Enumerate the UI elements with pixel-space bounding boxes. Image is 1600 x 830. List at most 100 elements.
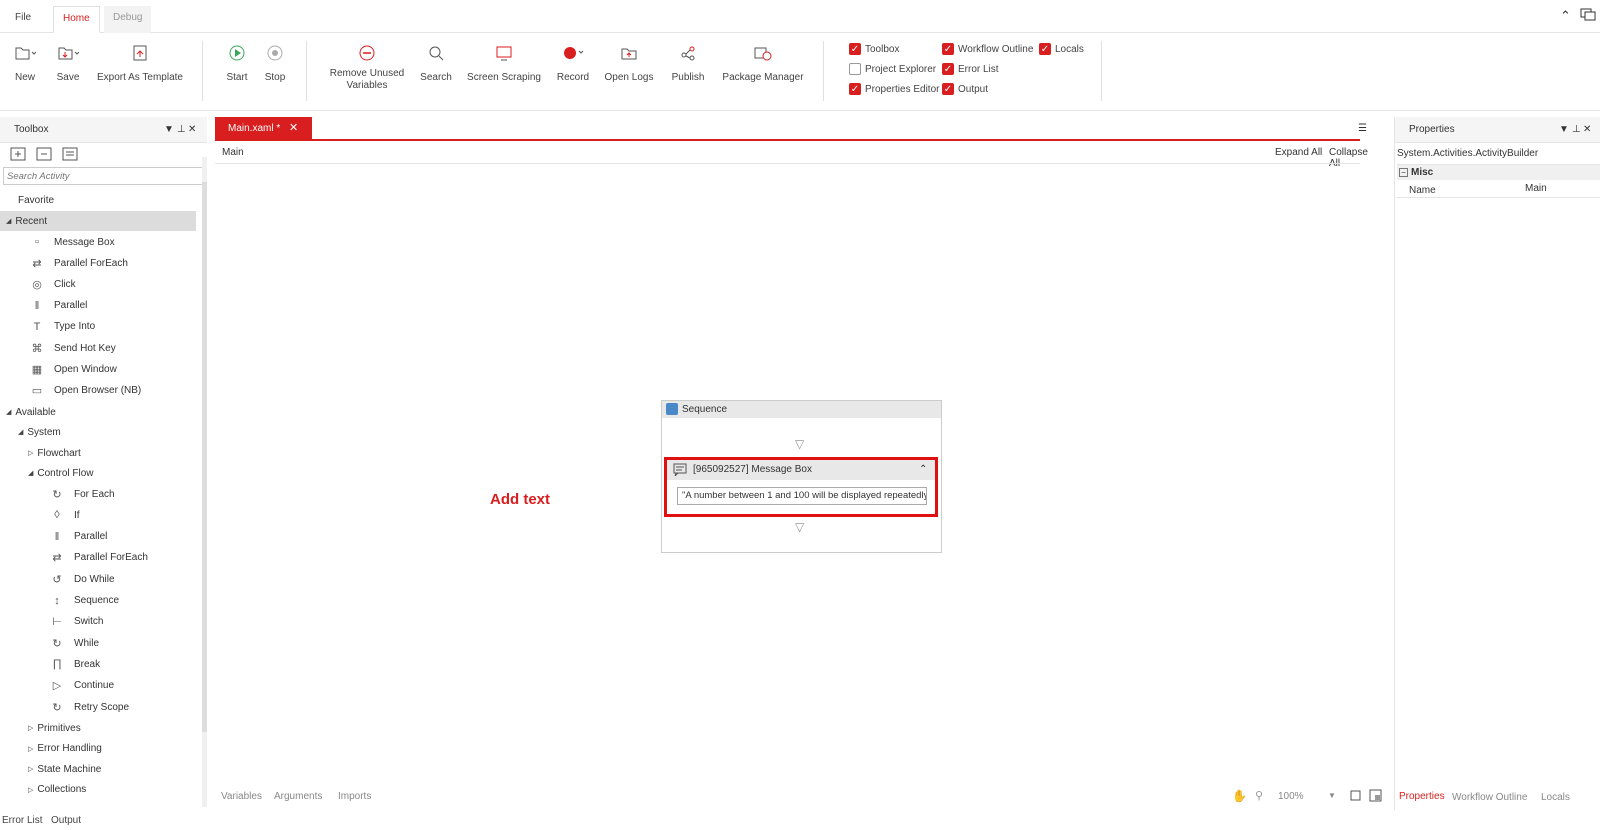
breadcrumb[interactable]: Main	[222, 147, 244, 158]
toolbox-item[interactable]: ↺ Do While	[0, 569, 196, 589]
imports-tab[interactable]: Imports	[338, 791, 371, 802]
toolbox-scrollbar[interactable]	[202, 157, 207, 807]
name-property-value[interactable]: Main	[1525, 183, 1547, 194]
open-logs-button[interactable]: Open Logs	[604, 41, 654, 84]
workflow-outline-checkbox[interactable]: ✓ Workflow Outline	[942, 42, 1033, 56]
toolbox-group[interactable]: ▷ Error Handling	[0, 739, 196, 759]
toolbox-item[interactable]: ▦ Open Window	[0, 359, 196, 379]
toolbox-item[interactable]: ∏ Break	[0, 654, 196, 674]
toolbox-group[interactable]: ▷ Primitives	[0, 718, 196, 738]
toolbox-item[interactable]: ↕ Sequence	[0, 591, 196, 611]
toolbox-group[interactable]: ▷ Collections	[0, 780, 196, 800]
error-list-tab[interactable]: Error List	[2, 815, 43, 826]
new-button[interactable]: New	[12, 41, 38, 84]
export-template-button[interactable]: Export As Template	[96, 41, 184, 84]
menu-file[interactable]: File	[6, 6, 40, 33]
properties-tab[interactable]: Properties	[1399, 791, 1445, 802]
output-checkbox[interactable]: ✓ Output	[942, 82, 988, 96]
pin-icon[interactable]: ⊥	[1572, 117, 1581, 143]
misc-section[interactable]: − Misc	[1397, 164, 1600, 180]
drop-target-icon[interactable]: ▽	[795, 437, 804, 451]
dropdown-icon[interactable]: ▼	[164, 117, 174, 143]
dropdown-icon[interactable]: ▼	[1559, 117, 1569, 143]
variables-tab[interactable]: Variables	[221, 791, 262, 802]
toolbox-item[interactable]: ↻ Retry Scope	[0, 697, 196, 717]
error-list-checkbox[interactable]: ✓ Error List	[942, 62, 999, 76]
start-button[interactable]: Start	[222, 41, 252, 84]
expander-icon[interactable]: ◢	[6, 217, 11, 225]
remove-unused-variables-button[interactable]: Remove Unused Variables	[328, 41, 406, 92]
list-view-icon[interactable]	[62, 147, 78, 161]
output-tab[interactable]: Output	[51, 815, 81, 826]
stop-button[interactable]: Stop	[262, 41, 288, 84]
locals-tab[interactable]: Locals	[1541, 792, 1570, 803]
favorite-group[interactable]: Favorite	[0, 190, 196, 210]
properties-editor-checkbox[interactable]: ✓ Properties Editor	[849, 82, 939, 96]
record-button[interactable]: Record	[555, 41, 591, 84]
expander-icon[interactable]: ▷	[28, 724, 33, 732]
toolbox-item[interactable]: ‖ Parallel	[0, 296, 196, 316]
toolbox-item[interactable]: ▷ Continue	[0, 676, 196, 696]
recent-group[interactable]: ◢ Recent	[0, 211, 196, 231]
locals-checkbox[interactable]: ✓ Locals	[1039, 42, 1084, 56]
zoom-icon[interactable]: ⚲	[1255, 789, 1263, 802]
toolbox-item[interactable]: ↻ For Each	[0, 484, 196, 504]
control-flow-group[interactable]: ◢ Control Flow	[0, 463, 196, 483]
toolbox-item[interactable]: ▫ Message Box	[0, 232, 196, 252]
message-box-activity[interactable]: [965092527] Message Box ⌃ "A number betw…	[664, 457, 938, 517]
publish-button[interactable]: Publish	[668, 41, 708, 84]
workflow-outline-tab[interactable]: Workflow Outline	[1452, 792, 1527, 803]
save-button[interactable]: Save	[55, 41, 81, 84]
search-activity-input[interactable]	[3, 167, 204, 185]
toolbox-item[interactable]: ⊢ Switch	[0, 612, 196, 632]
expander-icon[interactable]: ◢	[18, 428, 23, 436]
collapse-all-icon[interactable]	[36, 147, 52, 161]
expand-all-icon[interactable]	[10, 147, 26, 161]
tab-home[interactable]: Home	[53, 6, 100, 33]
toolbox-item[interactable]: ▭ Open Browser (NB)	[0, 380, 196, 400]
toolbox-checkbox[interactable]: ✓ Toolbox	[849, 42, 899, 56]
expander-icon[interactable]: ▷	[28, 745, 33, 753]
toolbox-item[interactable]: ⌘ Send Hot Key	[0, 338, 196, 358]
close-tab-icon[interactable]: ✕	[289, 117, 298, 140]
collapse-all-link[interactable]: Collapse All	[1329, 147, 1368, 169]
feedback-icon[interactable]	[1580, 8, 1596, 25]
expander-icon[interactable]: ▷	[28, 449, 33, 457]
close-icon[interactable]: ✕	[1583, 117, 1591, 143]
expand-all-link[interactable]: Expand All	[1275, 147, 1322, 158]
expander-icon[interactable]: ◢	[6, 408, 11, 416]
pan-icon[interactable]: ✋	[1232, 789, 1247, 803]
sequence-activity[interactable]: Sequence ▽ [965092527] Message Box ⌃ "A …	[661, 400, 942, 553]
package-manager-button[interactable]: Package Manager	[720, 41, 806, 84]
toolbox-item[interactable]: ⇄ Parallel ForEach	[0, 253, 196, 273]
tab-menu-icon[interactable]: ☰	[1358, 123, 1367, 134]
toolbox-item[interactable]: ◊ If	[0, 505, 196, 525]
collapse-activity-icon[interactable]: ⌃	[919, 460, 927, 480]
toolbox-item[interactable]: T Type Into	[0, 317, 196, 337]
toolbox-item[interactable]: ↻ While	[0, 633, 196, 653]
zoom-dropdown-icon[interactable]: ▼	[1328, 791, 1336, 800]
available-group[interactable]: ◢ Available	[0, 402, 196, 422]
expander-icon[interactable]: ◢	[28, 469, 33, 477]
screen-scraping-button[interactable]: Screen Scraping	[466, 41, 542, 84]
project-explorer-checkbox[interactable]: Project Explorer	[849, 62, 936, 76]
flowchart-group[interactable]: ▷ Flowchart	[0, 443, 196, 463]
fit-screen-icon[interactable]	[1349, 789, 1362, 805]
toolbox-group[interactable]: ▷ State Machine	[0, 759, 196, 779]
document-tab[interactable]: Main.xaml * ✕	[215, 117, 312, 140]
toolbox-item[interactable]: ‖ Parallel	[0, 527, 196, 547]
collapse-section-icon[interactable]: −	[1399, 168, 1408, 177]
toolbox-item[interactable]: ◎ Click	[0, 274, 196, 294]
close-icon[interactable]: ✕	[188, 117, 196, 143]
expander-icon[interactable]: ▷	[28, 765, 33, 773]
expander-icon[interactable]: ▷	[28, 786, 33, 794]
message-box-text-field[interactable]: "A number between 1 and 100 will be disp…	[677, 487, 927, 505]
zoom-level[interactable]: 100%	[1278, 791, 1304, 802]
drop-target-icon[interactable]: ▽	[795, 520, 804, 534]
collapse-ribbon-icon[interactable]: ⌃	[1560, 8, 1571, 24]
pin-icon[interactable]: ⊥	[177, 117, 186, 143]
arguments-tab[interactable]: Arguments	[274, 791, 322, 802]
search-button[interactable]: Search	[419, 41, 453, 84]
system-group[interactable]: ◢ System	[0, 422, 196, 442]
toolbox-item[interactable]: ⇄ Parallel ForEach	[0, 548, 196, 568]
